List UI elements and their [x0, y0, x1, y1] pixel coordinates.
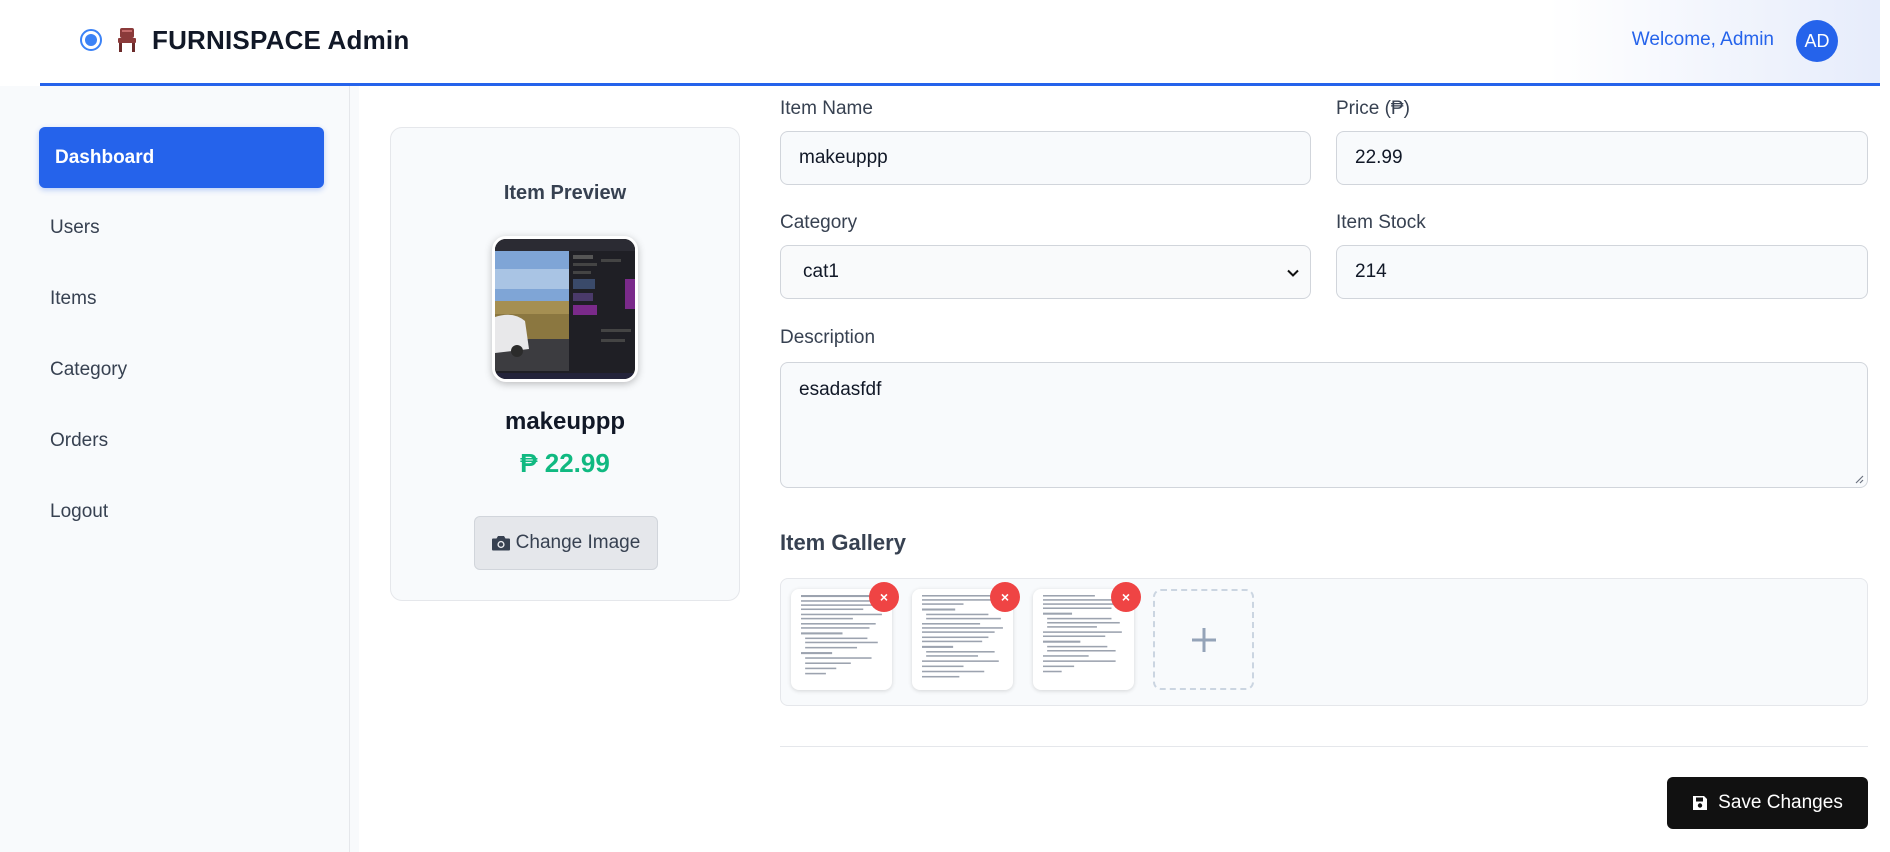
avatar[interactable]: AD [1796, 20, 1838, 62]
item-preview-card: Item Preview makeuppp ₱ 22.99 Change Ima… [390, 127, 740, 601]
resize-handle-icon[interactable] [1854, 474, 1864, 484]
description-textarea[interactable]: esadasfdf [780, 362, 1868, 488]
item-preview-image [492, 236, 638, 382]
plus-icon [1191, 627, 1216, 652]
sidebar-item-category[interactable]: Category [50, 359, 127, 381]
sidebar: Dashboard Users Items Category Orders Lo… [0, 86, 350, 852]
item-stock-value: 214 [1355, 261, 1387, 282]
brand[interactable]: FURNISPACE Admin [80, 22, 409, 58]
chair-icon [118, 28, 136, 52]
item-name-value: makeuppp [799, 147, 888, 168]
save-icon [1693, 796, 1708, 810]
remove-image-button[interactable]: × [1111, 582, 1141, 612]
chevron-down-icon [1287, 269, 1299, 277]
sidebar-item-users[interactable]: Users [50, 217, 100, 239]
category-label: Category [780, 212, 858, 233]
sidebar-item-dashboard[interactable]: Dashboard [39, 127, 324, 188]
item-gallery: × × × [780, 578, 1868, 706]
item-stock-input[interactable]: 214 [1336, 245, 1868, 299]
category-select[interactable]: cat1 [780, 245, 1311, 299]
price-label: Price (₱) [1336, 98, 1410, 119]
header-bar: FURNISPACE Admin Welcome, Admin AD [40, 0, 1880, 86]
camera-icon [491, 536, 510, 551]
welcome-text: Welcome, Admin [1631, 29, 1774, 50]
preview-item-price: ₱ 22.99 [520, 448, 610, 478]
sidebar-item-logout[interactable]: Logout [50, 501, 108, 523]
item-name-label: Item Name [780, 98, 873, 119]
change-image-label: Change Image [515, 532, 641, 553]
circle-dot-icon [80, 29, 102, 51]
item-stock-label: Item Stock [1336, 212, 1426, 233]
save-changes-label: Save Changes [1718, 792, 1843, 813]
save-changes-button[interactable]: Save Changes [1667, 777, 1868, 829]
divider [780, 746, 1868, 747]
description-label: Description [780, 327, 876, 348]
sidebar-item-orders[interactable]: Orders [50, 430, 108, 452]
add-image-tile[interactable] [1153, 589, 1254, 690]
sidebar-item-items[interactable]: Items [50, 288, 96, 310]
remove-image-button[interactable]: × [990, 582, 1020, 612]
main-content: Item Preview makeuppp ₱ 22.99 Change Ima… [359, 86, 1890, 852]
category-value: cat1 [803, 261, 839, 282]
remove-image-button[interactable]: × [869, 582, 899, 612]
brand-title: FURNISPACE Admin [152, 24, 410, 55]
change-image-button[interactable]: Change Image [474, 516, 658, 570]
preview-item-name: makeuppp [504, 408, 626, 435]
preview-title: Item Preview [503, 182, 627, 204]
item-name-input[interactable]: makeuppp [780, 131, 1311, 185]
price-input[interactable]: 22.99 [1336, 131, 1868, 185]
description-value: esadasfdf [799, 379, 882, 400]
top-header: FURNISPACE Admin Welcome, Admin AD [0, 0, 1890, 86]
price-value: 22.99 [1355, 147, 1403, 168]
gallery-title: Item Gallery [780, 530, 906, 555]
